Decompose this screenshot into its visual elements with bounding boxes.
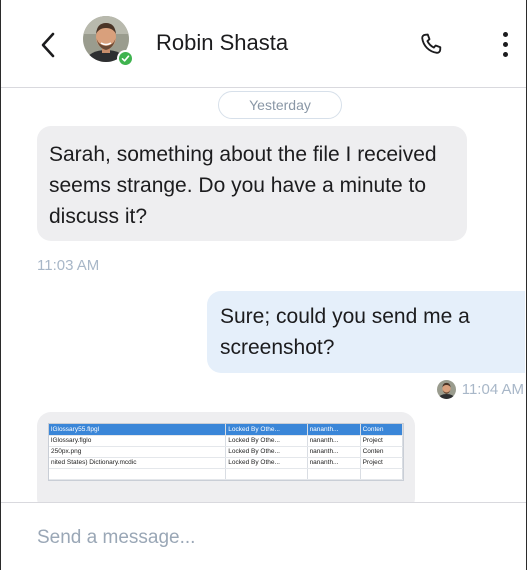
- table-cell: Project: [360, 457, 404, 469]
- more-vertical-icon: [502, 31, 508, 37]
- more-vertical-icon-dot: [502, 41, 508, 47]
- table-cell: [225, 468, 308, 480]
- table-cell: Project: [360, 435, 404, 447]
- table-cell: Locked By Othe...: [225, 457, 308, 469]
- table-cell: 250px.png: [49, 446, 227, 458]
- call-button[interactable]: [415, 26, 447, 62]
- incoming-message[interactable]: Sarah, something about the file I receiv…: [37, 126, 467, 241]
- message-thread[interactable]: Yesterday Sarah, something about the fil…: [1, 88, 526, 502]
- back-button[interactable]: [33, 28, 63, 62]
- contact-name[interactable]: Robin Shasta: [156, 30, 288, 56]
- screenshot-attachment[interactable]: lGlossary55.flpgl Locked By Othe... nana…: [48, 423, 404, 481]
- table-row: lGlossary.flglo Locked By Othe... nanant…: [49, 435, 404, 447]
- table-row: lGlossary55.flpgl Locked By Othe... nana…: [49, 424, 404, 436]
- table-cell: lGlossary.flglo: [49, 435, 227, 447]
- table-cell: Locked By Othe...: [225, 424, 308, 436]
- table-row: 250px.png Locked By Othe... nananth... C…: [49, 446, 404, 458]
- table-cell: Locked By Othe...: [225, 435, 308, 447]
- date-divider: Yesterday: [218, 91, 342, 119]
- table-cell: nananth...: [307, 446, 361, 458]
- table-row: [49, 468, 404, 480]
- more-vertical-icon-dot: [502, 51, 508, 57]
- table-cell: [360, 468, 404, 480]
- online-status-badge: [117, 50, 134, 67]
- read-receipt: 11:04 AM: [436, 380, 524, 399]
- message-input[interactable]: [37, 521, 507, 555]
- more-options-button[interactable]: [493, 26, 517, 62]
- table-cell: [307, 468, 361, 480]
- message-timestamp: 11:03 AM: [37, 257, 100, 274]
- file-list-table: lGlossary55.flpgl Locked By Othe... nana…: [49, 424, 404, 480]
- table-cell: Conten: [360, 424, 404, 436]
- check-icon: [121, 55, 130, 62]
- table-cell: nananth...: [307, 457, 361, 469]
- conversation-header: Robin Shasta: [1, 0, 526, 88]
- outgoing-message[interactable]: Sure; could you send me a screenshot?: [207, 291, 525, 373]
- table-cell: Conten: [360, 446, 404, 458]
- chevron-left-icon: [41, 32, 55, 58]
- table-cell: [49, 468, 227, 480]
- table-row: nited States) Dictionary.mcdic Locked By…: [49, 457, 404, 469]
- table-cell: Locked By Othe...: [225, 446, 308, 458]
- read-receipt-avatar: [436, 380, 456, 399]
- image-message[interactable]: lGlossary55.flpgl Locked By Othe... nana…: [37, 412, 415, 502]
- table-cell: nananth...: [307, 435, 361, 447]
- table-cell: lGlossary55.flpgl: [49, 424, 227, 436]
- table-cell: nited States) Dictionary.mcdic: [49, 457, 227, 469]
- message-timestamp: 11:04 AM: [461, 381, 524, 398]
- chat-window: Robin Shasta Yesterday Sarah, something …: [0, 0, 527, 570]
- message-composer: [1, 502, 526, 570]
- contact-avatar[interactable]: [83, 16, 135, 68]
- phone-icon: [421, 33, 442, 54]
- table-cell: nananth...: [307, 424, 361, 436]
